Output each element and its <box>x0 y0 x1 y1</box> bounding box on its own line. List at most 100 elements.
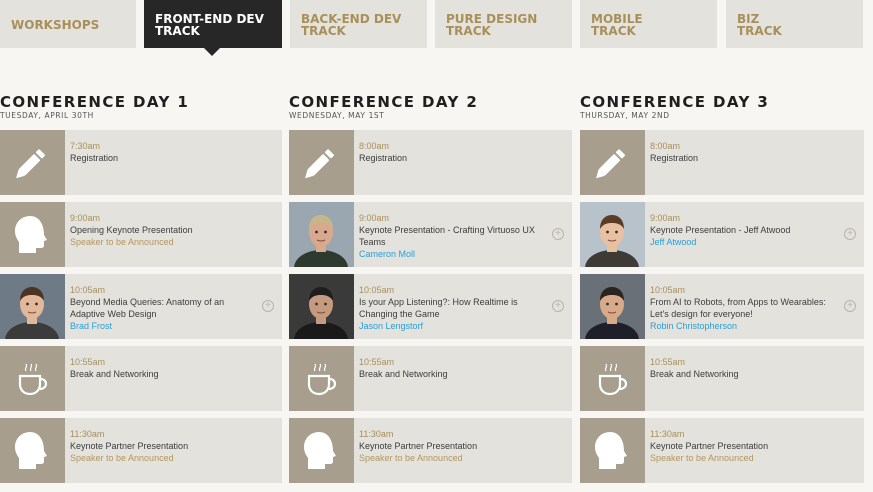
session-card[interactable]: 10:05am From AI to Robots, from Apps to W… <box>580 274 864 339</box>
day-header: CONFERENCE DAY 1 TUESDAY, APRIL 30TH <box>0 94 189 120</box>
expand-plus-icon[interactable]: + <box>552 228 564 240</box>
session-speaker[interactable]: Jason Lengstorf <box>359 320 550 332</box>
expand-plus-icon[interactable]: + <box>844 300 856 312</box>
day-date: WEDNESDAY, MAY 1ST <box>289 111 385 120</box>
session-info: 7:30am Registration <box>70 140 260 164</box>
session-title: Keynote Partner Presentation <box>359 441 478 451</box>
speaker-photo <box>289 274 354 339</box>
tab-mobile-track[interactable]: MOBILE TRACK <box>580 0 717 48</box>
session-title: Break and Networking <box>70 369 159 379</box>
session-card: 10:55am Break and Networking <box>289 346 572 411</box>
session-time: 7:30am <box>70 141 101 151</box>
session-time: 11:30am <box>70 429 105 439</box>
expand-plus-icon[interactable]: + <box>844 228 856 240</box>
session-info: 9:00am Keynote Presentation - Crafting Vi… <box>359 212 550 260</box>
tab-back-end-dev-track[interactable]: BACK-END DEV TRACK <box>290 0 427 48</box>
session-time: 11:30am <box>359 429 394 439</box>
session-info: 10:05am From AI to Robots, from Apps to W… <box>650 284 842 332</box>
session-speaker: Speaker to be Announced <box>359 453 463 463</box>
session-speaker[interactable]: Brad Frost <box>70 320 260 332</box>
session-card: 10:55am Break and Networking <box>0 346 282 411</box>
session-card: 11:30am Keynote Partner Presentation Speak… <box>289 418 572 483</box>
session-speaker[interactable]: Jeff Atwood <box>650 236 842 248</box>
session-card: 10:55am Break and Networking <box>580 346 864 411</box>
day-date: TUESDAY, APRIL 30TH <box>0 111 94 120</box>
session-info: 11:30am Keynote Partner Presentation Speak… <box>70 428 260 464</box>
session-card: 9:00am Opening Keynote Presentation Speake… <box>0 202 282 267</box>
tab-label-line2: TRACK <box>591 24 636 38</box>
session-info: 8:00am Registration <box>650 140 842 164</box>
session-time: 9:00am <box>650 213 681 223</box>
session-time: 10:05am <box>650 285 686 295</box>
track-tabs: WORKSHOPS FRONT-END DEV TRACK BACK-END D… <box>0 0 873 56</box>
session-title: Break and Networking <box>359 369 448 379</box>
session-title: Keynote Presentation - Jeff Atwood <box>650 225 791 235</box>
session-card: 8:00am Registration <box>289 130 572 195</box>
tab-biz-track[interactable]: BIZ TRACK <box>726 0 863 48</box>
tab-label-line2: TRACK <box>301 24 346 38</box>
day-date: THURSDAY, MAY 2ND <box>580 111 670 120</box>
session-info: 11:30am Keynote Partner Presentation Speak… <box>650 428 842 464</box>
session-title: Keynote Partner Presentation <box>650 441 769 451</box>
session-time: 10:55am <box>70 357 106 367</box>
session-time: 10:05am <box>70 285 106 295</box>
head-silhouette-icon <box>580 418 645 483</box>
session-title: Beyond Media Queries: Anatomy of an Adap… <box>70 297 225 319</box>
tab-label-line2: TRACK <box>737 24 782 38</box>
head-silhouette-icon <box>0 418 65 483</box>
day-title: CONFERENCE DAY 2 <box>289 93 479 111</box>
day-title: CONFERENCE DAY 1 <box>0 93 190 111</box>
tab-pure-design-track[interactable]: PURE DESIGN TRACK <box>435 0 572 48</box>
session-time: 8:00am <box>359 141 390 151</box>
active-tab-indicator <box>203 47 221 56</box>
pencil-icon <box>289 130 354 195</box>
pencil-icon <box>0 130 65 195</box>
session-info: 11:30am Keynote Partner Presentation Speak… <box>359 428 550 464</box>
session-title: Break and Networking <box>650 369 739 379</box>
session-info: 10:05am Is your App Listening?: How Realt… <box>359 284 550 332</box>
expand-plus-icon[interactable]: + <box>262 300 274 312</box>
session-title: Registration <box>70 153 119 163</box>
session-time: 9:00am <box>70 213 101 223</box>
session-time: 10:55am <box>359 357 395 367</box>
tab-label-line2: TRACK <box>446 24 491 38</box>
session-info: 9:00am Keynote Presentation - Jeff Atwood… <box>650 212 842 248</box>
day-header: CONFERENCE DAY 2 WEDNESDAY, MAY 1ST <box>289 94 478 120</box>
session-title: From AI to Robots, from Apps to Wearable… <box>650 297 826 319</box>
session-title: Registration <box>359 153 408 163</box>
session-speaker: Speaker to be Announced <box>70 237 174 247</box>
coffee-cup-icon <box>289 346 354 411</box>
coffee-cup-icon <box>580 346 645 411</box>
session-info: 10:55am Break and Networking <box>359 356 550 380</box>
session-info: 10:55am Break and Networking <box>650 356 842 380</box>
session-card[interactable]: 9:00am Keynote Presentation - Jeff Atwood… <box>580 202 864 267</box>
session-speaker[interactable]: Cameron Moll <box>359 248 550 260</box>
pencil-icon <box>580 130 645 195</box>
session-card: 11:30am Keynote Partner Presentation Speak… <box>580 418 864 483</box>
head-silhouette-icon <box>0 202 65 267</box>
session-card[interactable]: 10:05am Is your App Listening?: How Realt… <box>289 274 572 339</box>
session-card: 11:30am Keynote Partner Presentation Speak… <box>0 418 282 483</box>
session-info: 9:00am Opening Keynote Presentation Speake… <box>70 212 260 248</box>
tab-front-end-dev-track[interactable]: FRONT-END DEV TRACK <box>144 0 282 48</box>
tab-label-line2: TRACK <box>155 24 200 38</box>
speaker-photo <box>580 202 645 267</box>
session-card: 7:30am Registration <box>0 130 282 195</box>
session-title: Keynote Presentation - Crafting Virtuoso… <box>359 225 535 247</box>
expand-plus-icon[interactable]: + <box>552 300 564 312</box>
session-card[interactable]: 9:00am Keynote Presentation - Crafting Vi… <box>289 202 572 267</box>
session-time: 8:00am <box>650 141 681 151</box>
session-speaker[interactable]: Robin Christopherson <box>650 320 842 332</box>
session-time: 10:05am <box>359 285 395 295</box>
session-time: 10:55am <box>650 357 686 367</box>
tab-workshops[interactable]: WORKSHOPS <box>0 0 136 48</box>
speaker-photo <box>289 202 354 267</box>
tab-label: WORKSHOPS <box>11 18 100 32</box>
day-title: CONFERENCE DAY 3 <box>580 93 770 111</box>
session-speaker: Speaker to be Announced <box>70 453 174 463</box>
session-card[interactable]: 10:05am Beyond Media Queries: Anatomy of … <box>0 274 282 339</box>
head-silhouette-icon <box>289 418 354 483</box>
session-time: 11:30am <box>650 429 685 439</box>
session-card: 8:00am Registration <box>580 130 864 195</box>
session-time: 9:00am <box>359 213 390 223</box>
